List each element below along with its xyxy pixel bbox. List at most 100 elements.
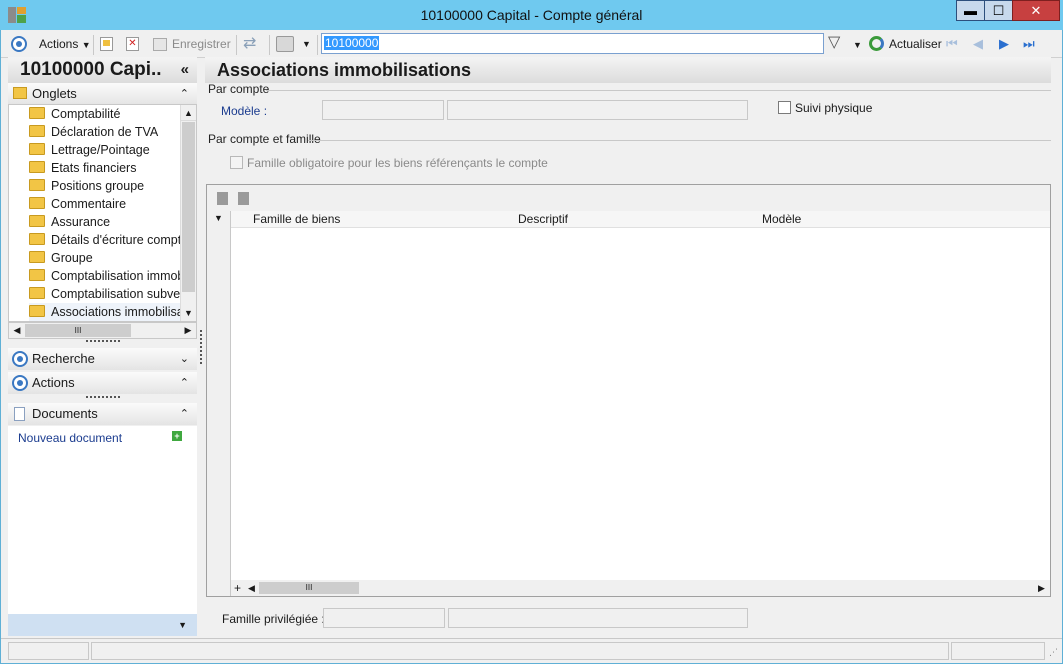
chevron-down-icon[interactable]: ⌄ xyxy=(180,348,189,370)
tree-item-lettrage[interactable]: Lettrage/Pointage xyxy=(29,141,181,159)
refresh-icon[interactable] xyxy=(869,36,884,51)
scroll-up-icon[interactable]: ▲ xyxy=(181,105,196,121)
scroll-left-icon[interactable]: ◀ xyxy=(10,323,24,338)
tree-item-groupe[interactable]: Groupe xyxy=(29,249,181,267)
actions-panel-header[interactable]: Actions ⌃ xyxy=(8,372,197,394)
save-button[interactable]: Enregistrer xyxy=(172,30,231,58)
tree-item-positions-groupe[interactable]: Positions groupe xyxy=(29,177,181,195)
folder-icon xyxy=(29,179,45,191)
grid-new-row-icon[interactable] xyxy=(217,192,228,205)
minimize-button[interactable]: ▬ xyxy=(956,0,985,21)
splitter-grip[interactable] xyxy=(86,396,120,399)
folder-icon xyxy=(29,251,45,263)
refresh-button[interactable]: Actualiser xyxy=(889,30,942,58)
grid-row-gutter: ▼ xyxy=(207,211,231,596)
record-title: 10100000 Capi.. « xyxy=(8,57,197,83)
famille-obligatoire-checkbox[interactable] xyxy=(230,156,243,169)
scroll-right-icon[interactable]: ▶ xyxy=(181,323,195,338)
filter-icon[interactable]: ▽ xyxy=(828,35,840,51)
tree-item-label: Détails d'écriture compta xyxy=(51,233,181,247)
documents-header[interactable]: Documents ⌃ xyxy=(8,403,197,425)
status-bar: ⋰ xyxy=(1,638,1062,663)
title-bar[interactable]: 10100000 Capital - Compte général xyxy=(0,0,1063,30)
toolbar-separator xyxy=(269,35,270,55)
famille-privilegiee-label: Famille privilégiée : xyxy=(222,612,325,626)
tree-item-label: Comptabilisation subver xyxy=(51,287,181,301)
suivi-physique-checkbox[interactable] xyxy=(778,101,791,114)
record-search-input[interactable]: 10100000 xyxy=(321,33,824,54)
scroll-right-icon[interactable]: ▶ xyxy=(1038,580,1045,596)
tree-item-commentaire[interactable]: Commentaire xyxy=(29,195,181,213)
tree-item-assurance[interactable]: Assurance xyxy=(29,213,181,231)
new-document-link[interactable]: Nouveau document xyxy=(18,431,122,445)
folder-icon xyxy=(29,215,45,227)
first-record-icon[interactable]: ⏮ xyxy=(946,36,962,52)
previous-record-icon[interactable]: ◀ xyxy=(973,36,989,52)
tree-item-label: Etats financiers xyxy=(51,161,137,175)
chevron-up-icon[interactable]: ⌃ xyxy=(180,83,189,105)
tree-horizontal-scrollbar[interactable]: ◀ III ▶ xyxy=(8,322,197,339)
vertical-splitter-grip[interactable] xyxy=(200,330,203,364)
famille-privilegiee-description-field[interactable] xyxy=(448,608,748,628)
tree-item-declaration-tva[interactable]: Déclaration de TVA xyxy=(29,123,181,141)
tree-vertical-scrollbar[interactable]: ▲ ▼ xyxy=(180,105,196,321)
close-button[interactable]: ✕ xyxy=(1012,0,1060,21)
toolbar-separator xyxy=(317,35,318,55)
recherche-header[interactable]: Recherche ⌄ xyxy=(8,348,197,370)
maximize-button[interactable]: ☐ xyxy=(984,0,1013,21)
column-header-famille[interactable]: Famille de biens xyxy=(253,212,340,226)
par-compte-label: Par compte xyxy=(208,82,270,96)
scrollbar-thumb[interactable]: III xyxy=(259,582,359,594)
scroll-down-icon[interactable]: ▼ xyxy=(181,305,196,321)
scroll-left-icon[interactable]: ◀ xyxy=(248,580,255,596)
folder-icon xyxy=(29,287,45,299)
document-icon xyxy=(14,407,25,421)
tree-item-etats-financiers[interactable]: Etats financiers xyxy=(29,159,181,177)
new-record-icon[interactable] xyxy=(100,37,113,51)
modele-code-field[interactable] xyxy=(322,100,444,120)
tree-item-label: Associations immobilisat xyxy=(51,305,181,319)
filter-dropdown-icon[interactable]: ▼ xyxy=(853,40,862,50)
tree-item-details-ecriture[interactable]: Détails d'écriture compta xyxy=(29,231,181,249)
column-header-modele[interactable]: Modèle xyxy=(762,212,801,226)
splitter-grip[interactable] xyxy=(86,340,120,343)
suivi-physique-label: Suivi physique xyxy=(795,101,873,115)
record-title-label: 10100000 Capi.. xyxy=(20,59,162,80)
tree-item-comptabilite[interactable]: Comptabilité xyxy=(29,105,181,123)
delete-icon[interactable]: ✕ xyxy=(126,37,139,51)
column-header-descriptif[interactable]: Descriptif xyxy=(518,212,568,226)
scrollbar-thumb[interactable] xyxy=(182,122,195,292)
print-icon[interactable] xyxy=(276,36,294,52)
tree-item-comptabilisation-subvention[interactable]: Comptabilisation subver xyxy=(29,285,181,303)
actions-menu-label: Actions xyxy=(39,37,79,51)
print-dropdown-icon[interactable]: ▼ xyxy=(302,39,311,49)
grid-edit-row-icon[interactable] xyxy=(238,192,249,205)
home-icon[interactable] xyxy=(11,36,27,52)
add-document-icon[interactable]: + xyxy=(172,431,182,441)
modele-description-field[interactable] xyxy=(447,100,748,120)
tree-item-associations-immobilisations[interactable]: Associations immobilisat xyxy=(29,303,181,321)
sync-icon[interactable]: ⇄ xyxy=(243,36,256,52)
open-folder-icon xyxy=(29,305,45,317)
left-panel-footer[interactable]: ▼ xyxy=(8,614,197,636)
onglets-header[interactable]: Onglets ⌃ xyxy=(8,83,197,105)
collapse-panel-icon[interactable]: « xyxy=(181,57,189,83)
associations-grid: ▼ Famille de biens Descriptif Modèle + ◀… xyxy=(206,184,1051,597)
tree-item-label: Groupe xyxy=(51,251,93,265)
grid-horizontal-scrollbar[interactable]: + ◀ III ▶ xyxy=(231,580,1050,596)
folder-icon xyxy=(29,233,45,245)
tree-item-label: Positions groupe xyxy=(51,179,145,193)
column-chooser-icon[interactable]: ▼ xyxy=(214,213,223,223)
chevron-up-icon[interactable]: ⌃ xyxy=(180,403,189,425)
resize-grip-icon[interactable]: ⋰ xyxy=(1049,647,1058,658)
famille-privilegiee-code-field[interactable] xyxy=(323,608,445,628)
actions-menu[interactable]: Actions ▼ xyxy=(39,30,91,58)
last-record-icon[interactable]: ⏭ xyxy=(1023,36,1039,52)
scrollbar-thumb[interactable]: III xyxy=(25,324,131,337)
next-record-icon[interactable]: ▶ xyxy=(999,36,1015,52)
tree-item-comptabilisation-immob[interactable]: Comptabilisation immob xyxy=(29,267,181,285)
chevron-up-icon[interactable]: ⌃ xyxy=(180,372,189,394)
add-row-icon[interactable]: + xyxy=(234,580,241,596)
modele-label: Modèle : xyxy=(221,104,268,118)
chevron-down-icon[interactable]: ▼ xyxy=(178,620,187,630)
